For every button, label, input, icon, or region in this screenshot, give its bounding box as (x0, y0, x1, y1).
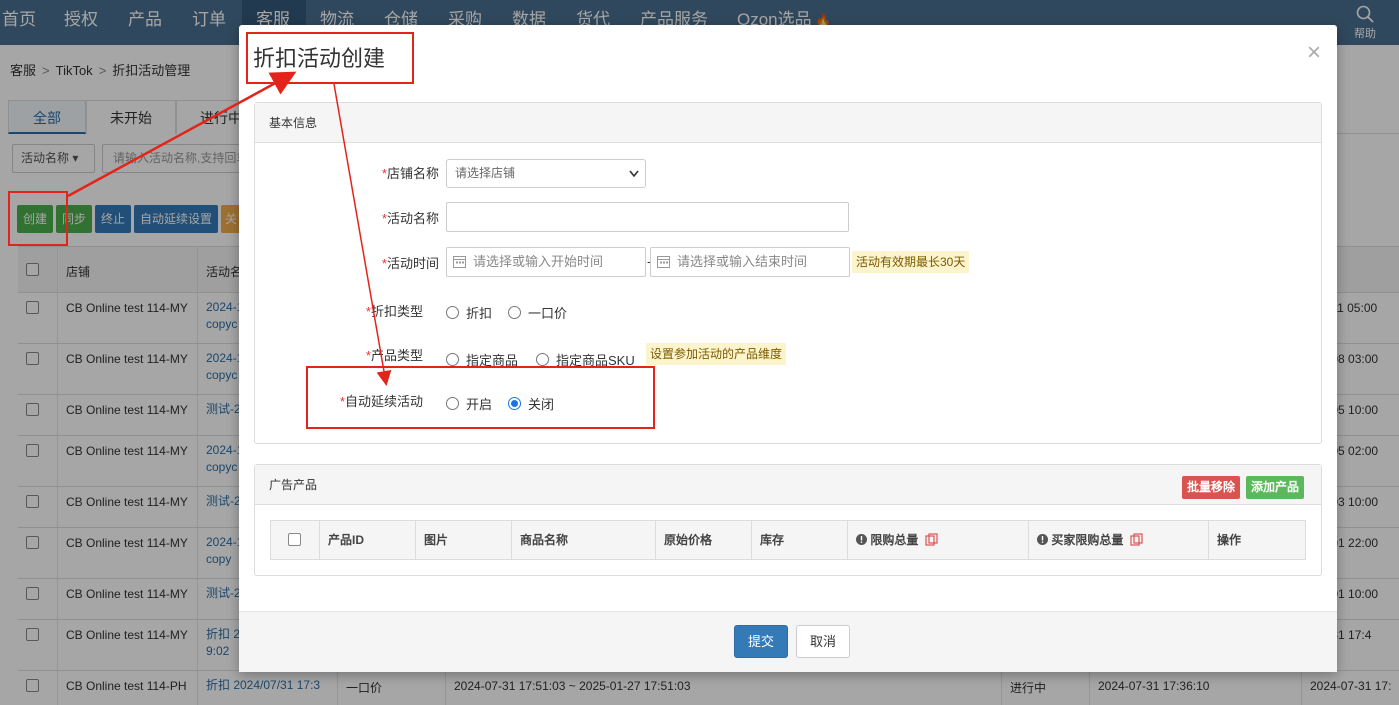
product-select-all-checkbox[interactable] (288, 533, 301, 546)
shop-select[interactable]: 请选择店铺 (446, 159, 646, 188)
start-time-input[interactable]: 请选择或输入开始时间 (446, 247, 646, 277)
copy-icon[interactable] (1130, 533, 1143, 546)
calendar-icon (453, 256, 466, 268)
activity-time-label: *活动时间 (381, 256, 439, 271)
chevron-down-icon (629, 170, 639, 178)
product-radio-sku[interactable]: 指定商品SKU (536, 350, 635, 369)
end-time-input[interactable]: 请选择或输入结束时间 (650, 247, 850, 277)
ad-products-panel: 广告产品 批量移除 添加产品 产品ID 图片 商品名称 原始价格 库存 限购总量… (254, 464, 1322, 576)
modal-title: 折扣活动创建 (253, 46, 386, 71)
calendar-icon (657, 256, 670, 268)
activity-name-label: *活动名称 (381, 211, 439, 226)
info-icon (1037, 534, 1048, 545)
product-radio-item[interactable]: 指定商品 (446, 350, 518, 369)
product-table-header: 产品ID 图片 商品名称 原始价格 库存 限购总量 买家限购总量 操作 (270, 520, 1306, 560)
shop-label: *店铺名称 (381, 166, 439, 181)
batch-remove-button[interactable]: 批量移除 (1182, 476, 1241, 499)
copy-icon[interactable] (925, 533, 938, 546)
discount-radio-discount[interactable]: 折扣 (446, 303, 492, 322)
col-stock: 库存 (751, 521, 847, 559)
ad-products-title: 广告产品 (255, 465, 1321, 505)
col-purchase-limit: 限购总量 (847, 521, 1028, 559)
auto-extend-label: *自动延续活动 (339, 394, 423, 409)
basic-info-title: 基本信息 (255, 103, 1321, 143)
col-actions: 操作 (1208, 521, 1305, 559)
add-product-button[interactable]: 添加产品 (1246, 476, 1305, 499)
close-icon[interactable]: × (1307, 39, 1321, 67)
product-tip: 设置参加活动的产品维度 (646, 343, 787, 365)
col-buyer-purchase-limit: 买家限购总量 (1028, 521, 1208, 559)
cancel-button[interactable]: 取消 (796, 625, 850, 658)
basic-info-panel: 基本信息 *店铺名称 请选择店铺 *活动名称 *活动时间 请选择或输入开始时间 … (254, 102, 1322, 444)
auto-extend-radio-off[interactable]: 关闭 (508, 394, 554, 413)
col-product-name: 商品名称 (511, 521, 655, 559)
col-product-id: 产品ID (319, 521, 415, 559)
submit-button[interactable]: 提交 (734, 625, 788, 658)
create-discount-modal: 折扣活动创建 × 基本信息 *店铺名称 请选择店铺 *活动名称 *活动时间 请选… (239, 25, 1337, 672)
info-icon (856, 534, 867, 545)
time-tip: 活动有效期最长30天 (852, 251, 970, 273)
modal-footer: 提交 取消 (239, 611, 1337, 672)
discount-type-label: *折扣类型 (365, 304, 423, 319)
auto-extend-radio-on[interactable]: 开启 (446, 394, 492, 413)
product-type-label: *产品类型 (365, 348, 423, 363)
col-image: 图片 (415, 521, 511, 559)
col-original-price: 原始价格 (655, 521, 751, 559)
activity-name-input[interactable] (446, 202, 849, 232)
discount-radio-fixed-price[interactable]: 一口价 (508, 303, 567, 322)
